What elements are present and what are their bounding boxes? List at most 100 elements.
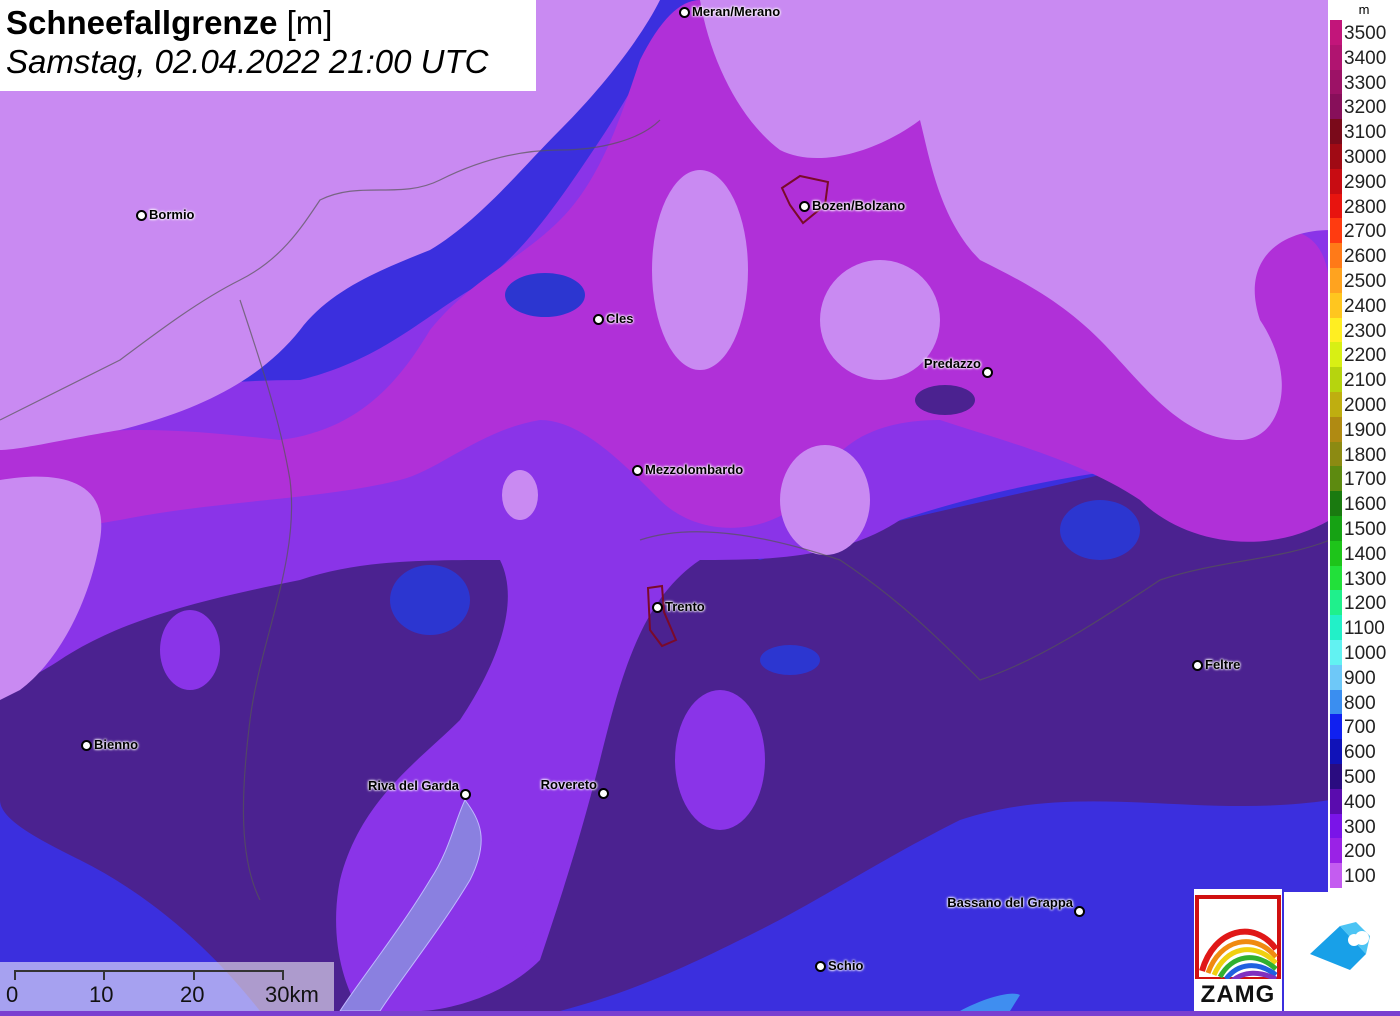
legend-label: 1900 [1344, 419, 1387, 441]
legend-label: 1000 [1344, 643, 1387, 664]
legend-swatch [1330, 193, 1342, 219]
legend-row: 2800 [1328, 193, 1400, 219]
legend-row: 900 [1328, 664, 1400, 690]
color-legend: m 3500 3400 3300 3200 3100 3000 2900 2800 2700 26… [1328, 0, 1400, 892]
city-label[interactable]: Meran/Merano [692, 4, 780, 19]
city-label[interactable]: Feltre [1205, 657, 1240, 672]
city-label[interactable]: Cles [606, 311, 633, 326]
city-label[interactable]: Bozen/Bolzano [812, 198, 905, 213]
legend-row: 2300 [1328, 317, 1400, 343]
legend-label: 2700 [1344, 221, 1387, 243]
city-label[interactable]: Predazzo [924, 356, 981, 371]
legend-label: 300 [1344, 816, 1376, 838]
legend-swatch [1330, 268, 1342, 293]
legend-row: 1800 [1328, 441, 1400, 467]
legend-label: 1300 [1344, 568, 1387, 590]
legend-row: 1900 [1328, 416, 1400, 442]
legend-row: 1100 [1328, 615, 1400, 640]
legend-row: 1600 [1328, 491, 1400, 516]
map-lilac-island-2 [820, 260, 940, 380]
city-label[interactable]: Trento [665, 599, 705, 614]
legend-swatch [1330, 764, 1342, 789]
legend-row: 800 [1328, 689, 1400, 715]
legend-label: 2100 [1344, 370, 1387, 392]
city-dot [815, 961, 826, 972]
city-dot [460, 789, 471, 800]
scale-label-10: 10 [89, 982, 114, 1007]
legend-unit: m [1358, 2, 1370, 17]
legend-label: 1800 [1344, 444, 1387, 466]
legend-swatch [1330, 119, 1342, 144]
city-label[interactable]: Riva del Garda [368, 778, 459, 793]
legend-swatch [1330, 292, 1342, 318]
map-dark-pocket-1 [915, 385, 975, 415]
legend-row: 100 [1328, 863, 1400, 888]
legend-swatch [1330, 416, 1342, 442]
legend-row: 2000 [1328, 392, 1400, 417]
app-logo[interactable] [1284, 892, 1400, 1011]
legend-row: 400 [1328, 788, 1400, 814]
legend-row: 1400 [1328, 540, 1400, 566]
legend-row: 300 [1328, 813, 1400, 839]
map-violet-pocket-1 [675, 690, 765, 830]
scale-tick [282, 970, 284, 980]
legend-label: 3300 [1344, 72, 1387, 94]
legend-row: 600 [1328, 739, 1400, 764]
zamg-logo-text: ZAMG [1200, 981, 1276, 1008]
legend-swatch [1330, 317, 1342, 343]
legend-label: 400 [1344, 791, 1376, 813]
legend-label: 2300 [1344, 320, 1387, 342]
rainbow-icon [1195, 895, 1281, 984]
city-label[interactable]: Schio [828, 958, 863, 973]
legend-label: 3400 [1344, 47, 1387, 69]
city-dot [598, 788, 609, 799]
map-lilac-island-4 [502, 470, 538, 520]
map-datetime: Samstag, 02.04.2022 21:00 UTC [6, 43, 489, 80]
legend-label: 2900 [1344, 171, 1387, 193]
legend-swatch [1330, 392, 1342, 417]
city-label[interactable]: Bormio [149, 207, 195, 222]
legend-row: 2400 [1328, 292, 1400, 318]
legend-row: 3200 [1328, 94, 1400, 120]
legend-swatch [1330, 491, 1342, 516]
legend-row: 1000 [1328, 640, 1400, 665]
legend-swatch [1330, 615, 1342, 640]
legend-row: 2200 [1328, 342, 1400, 368]
zamg-logo[interactable]: ZAMG [1194, 889, 1282, 1011]
city-dot [593, 314, 604, 325]
scale-tick [193, 970, 195, 980]
title-unit: [m] [286, 4, 333, 41]
scale-label-20: 20 [180, 982, 205, 1007]
city-dot [632, 465, 643, 476]
city-dot [982, 367, 993, 378]
legend-swatch [1330, 441, 1342, 467]
scale-tick [14, 970, 16, 980]
legend-label: 1700 [1344, 469, 1387, 491]
legend-row: 500 [1328, 764, 1400, 789]
legend-label: 900 [1344, 667, 1376, 689]
legend-row: 2600 [1328, 243, 1400, 268]
legend-swatch [1330, 69, 1342, 95]
snowline-map[interactable] [0, 0, 1400, 1011]
city-label[interactable]: Rovereto [541, 777, 597, 792]
map-blue-pocket-1 [505, 273, 585, 317]
map-blue-pocket-3 [760, 645, 820, 675]
legend-label: 500 [1344, 767, 1376, 788]
map-blue-pocket-4 [1060, 500, 1140, 560]
scale-bar: 0 10 20 30km [0, 962, 334, 1011]
legend-swatch [1330, 94, 1342, 120]
legend-label: 2000 [1344, 395, 1387, 416]
legend-swatch [1330, 466, 1342, 492]
legend-label: 700 [1344, 717, 1376, 739]
legend-swatch [1330, 838, 1342, 864]
city-label[interactable]: Mezzolombardo [645, 462, 743, 477]
legend-label: 3500 [1344, 23, 1387, 44]
city-label[interactable]: Bienno [94, 737, 138, 752]
legend-row: 3000 [1328, 144, 1400, 169]
legend-swatch [1330, 689, 1342, 715]
legend-label: 1500 [1344, 519, 1387, 540]
legend-row: 3400 [1328, 44, 1400, 70]
city-dot [1192, 660, 1203, 671]
city-label[interactable]: Bassano del Grappa [947, 895, 1073, 910]
legend-label: 2500 [1344, 271, 1387, 292]
